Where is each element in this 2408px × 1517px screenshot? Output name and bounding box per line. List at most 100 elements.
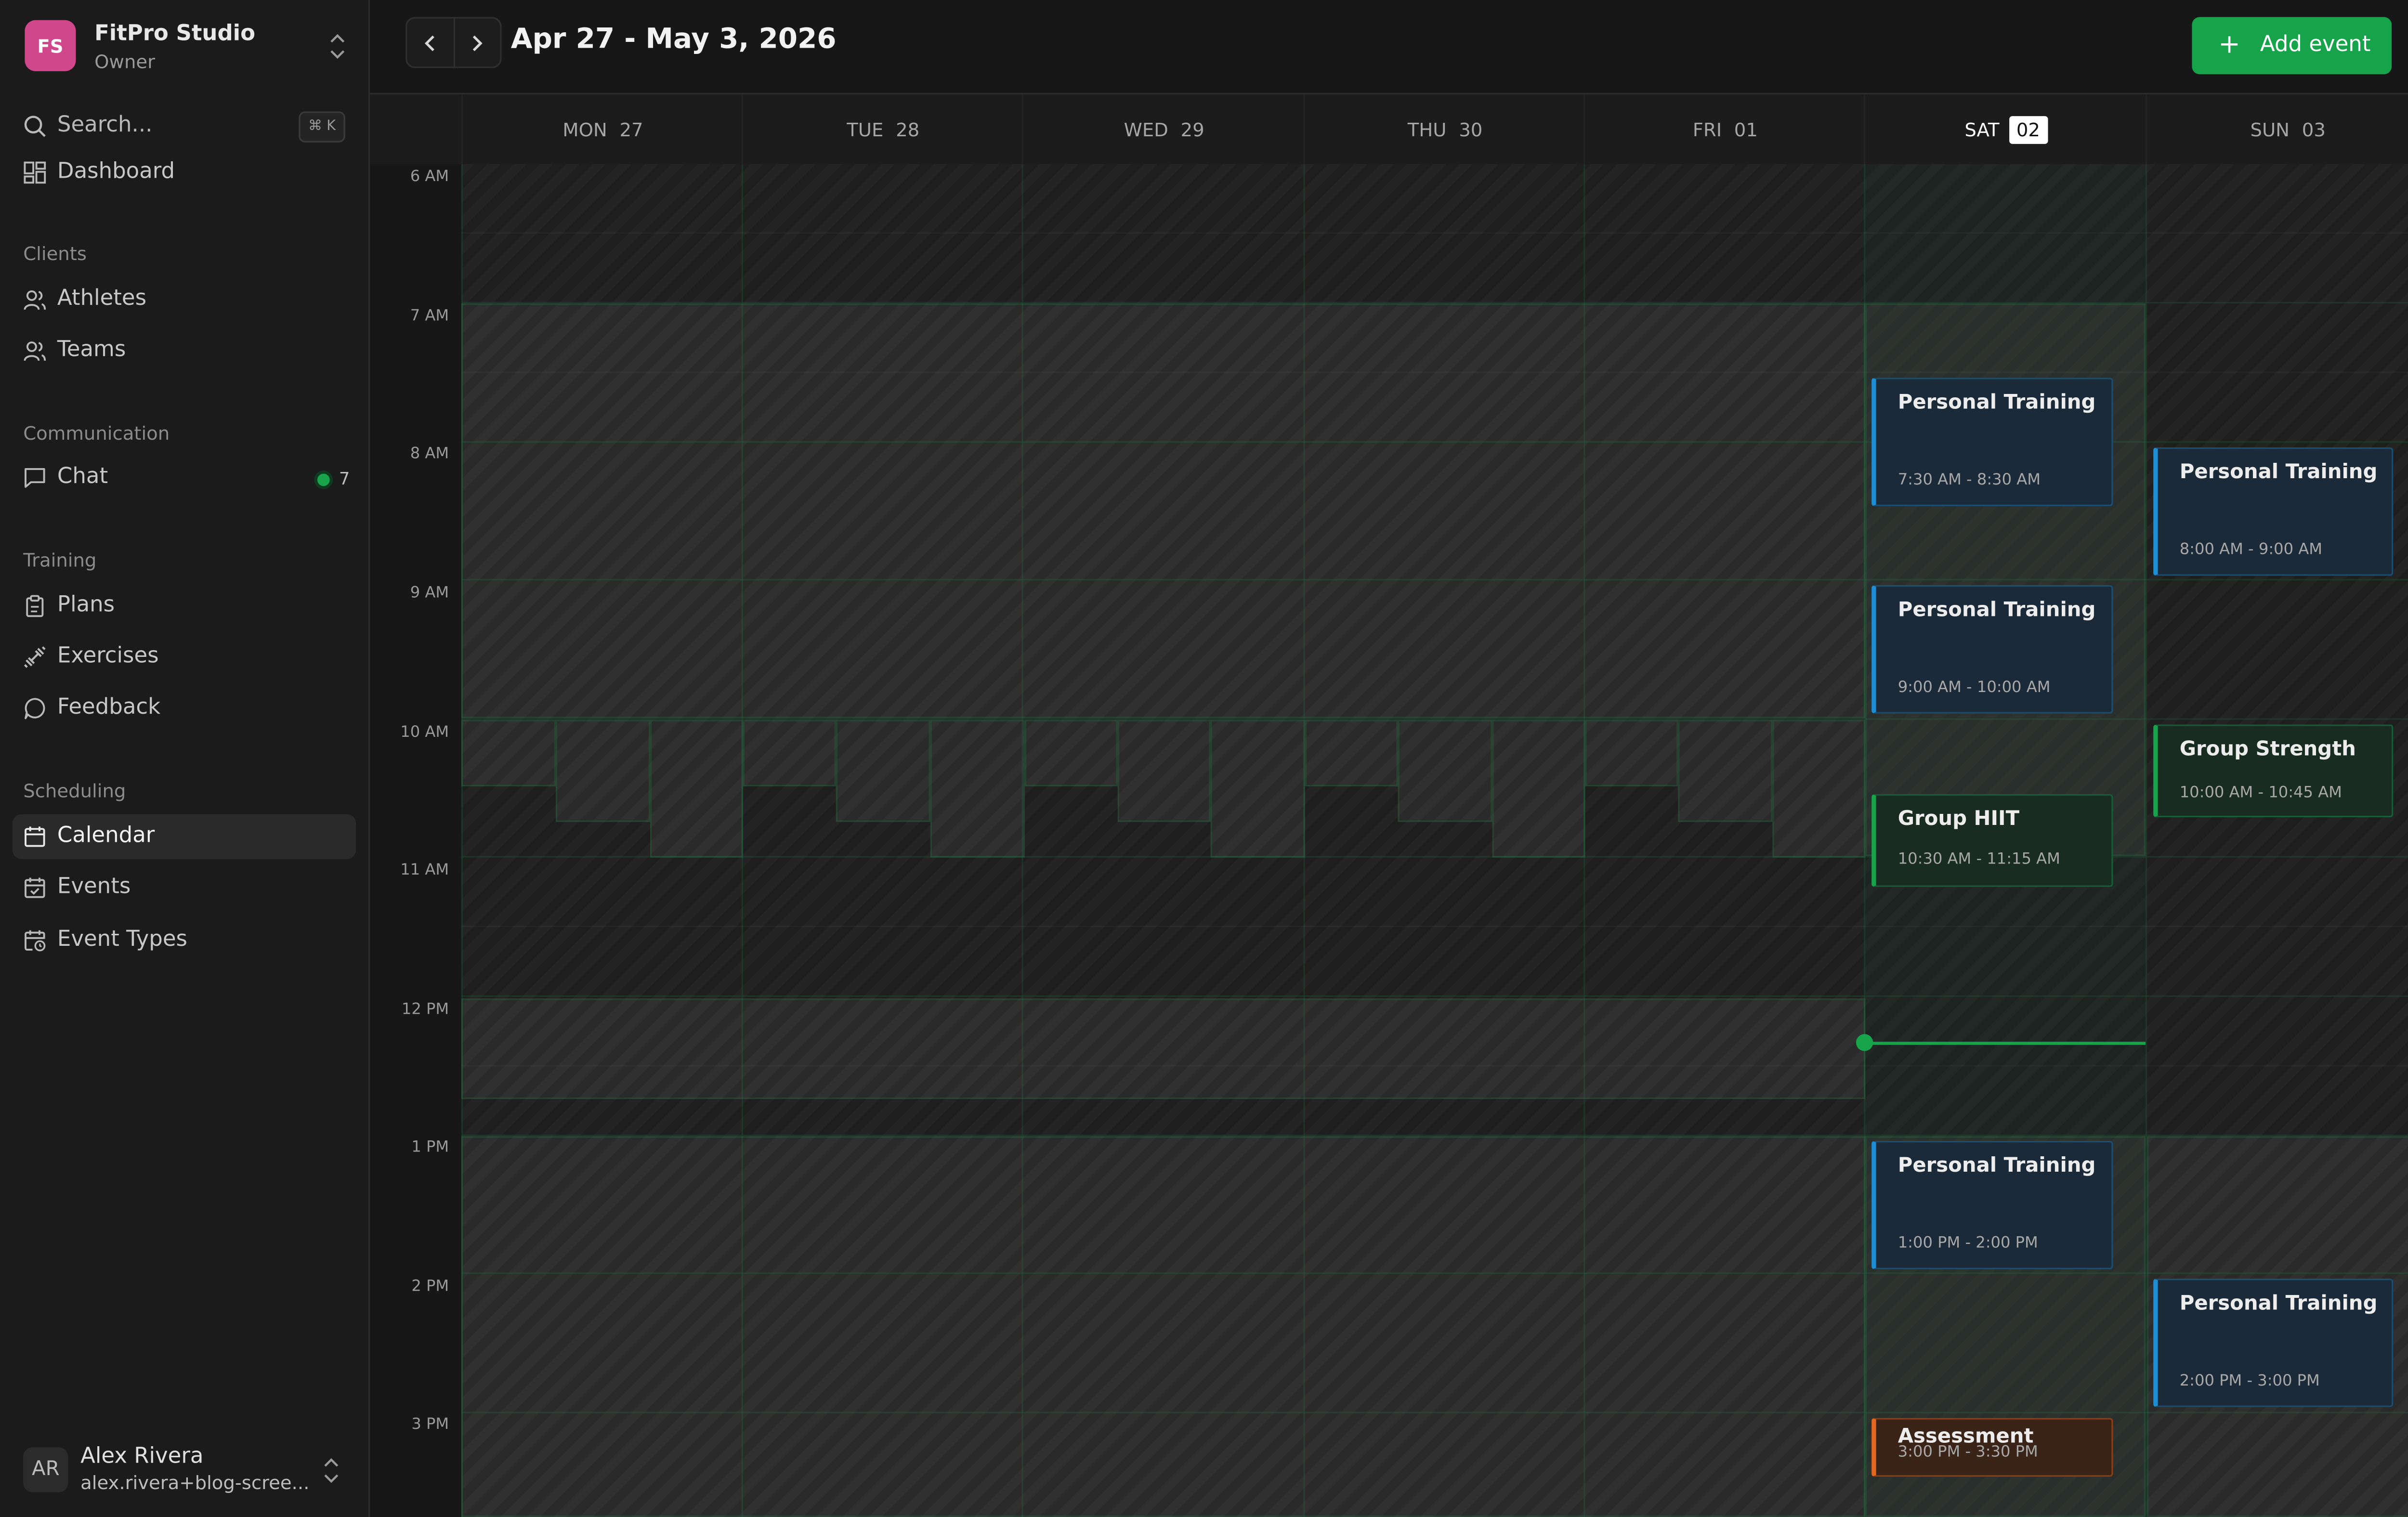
org-avatar: FS bbox=[25, 20, 76, 71]
event-title: Personal Training bbox=[1898, 392, 2096, 415]
event-time: 10:00 AM - 10:45 AM bbox=[2179, 785, 2342, 802]
slot-block[interactable] bbox=[1398, 719, 1492, 822]
slot-block[interactable] bbox=[1678, 719, 1773, 822]
sidebar-item-teams[interactable]: Teams bbox=[13, 328, 356, 373]
calendar-clock-icon bbox=[23, 929, 46, 952]
slot-block[interactable] bbox=[555, 719, 650, 822]
org-name: FitPro Studio bbox=[94, 22, 256, 47]
slot-block[interactable] bbox=[1772, 719, 1866, 858]
slot-block[interactable] bbox=[1210, 719, 1305, 858]
hour-line bbox=[461, 995, 2408, 997]
event-card[interactable]: Assessment 3:00 PM - 3:30 PM bbox=[1871, 1418, 2113, 1477]
availability-block bbox=[461, 303, 1866, 719]
sidebar-item-label: Dashboard bbox=[57, 159, 175, 184]
chevron-right-icon bbox=[473, 35, 483, 51]
sidebar: FS FitPro Studio Owner Search... ⌘ K Das… bbox=[0, 0, 370, 1517]
search-shortcut: ⌘ K bbox=[299, 111, 345, 143]
slot-block[interactable] bbox=[743, 719, 836, 786]
user-menu[interactable]: AR Alex Rivera alex.rivera+blog-scree... bbox=[23, 1443, 351, 1499]
sidebar-item-label: Teams bbox=[57, 337, 126, 363]
chevron-up-down-icon bbox=[327, 31, 348, 62]
event-time: 3:00 PM - 3:30 PM bbox=[1898, 1444, 2038, 1462]
unread-count: 7 bbox=[339, 469, 350, 489]
sidebar-item-label: Exercises bbox=[57, 644, 159, 669]
week-grid: 6 AM 7 AM 8 AM 9 AM 10 AM 11 AM 12 PM 1 … bbox=[370, 164, 2408, 1517]
slot-block[interactable] bbox=[1117, 719, 1211, 822]
sidebar-item-dashboard[interactable]: Dashboard bbox=[13, 150, 356, 195]
hour-line bbox=[461, 856, 2408, 858]
time-label: 1 PM bbox=[411, 1139, 449, 1157]
slot-block[interactable] bbox=[1585, 719, 1678, 786]
time-label: 3 PM bbox=[411, 1416, 449, 1434]
day-header-fri[interactable]: FRI 01 bbox=[1584, 94, 1865, 164]
next-week-button[interactable] bbox=[453, 18, 500, 67]
sidebar-item-plans[interactable]: Plans bbox=[13, 584, 356, 628]
search-icon bbox=[23, 115, 46, 138]
event-card[interactable]: Personal Training 7:30 AM - 8:30 AM bbox=[1871, 378, 2113, 507]
sidebar-item-label: Feedback bbox=[57, 695, 161, 720]
slot-block[interactable] bbox=[836, 719, 930, 822]
clipboard-icon bbox=[23, 594, 46, 617]
event-title: Personal Training bbox=[2179, 461, 2378, 485]
chevron-up-down-icon bbox=[320, 1455, 342, 1486]
sidebar-item-event-types[interactable]: Event Types bbox=[13, 918, 356, 963]
calendar-icon bbox=[23, 825, 46, 848]
availability-block bbox=[461, 998, 1866, 1099]
sidebar-item-exercises[interactable]: Exercises bbox=[13, 635, 356, 680]
calendar-check-icon bbox=[23, 876, 46, 899]
event-card[interactable]: Group HIIT 10:30 AM - 11:15 AM bbox=[1871, 794, 2113, 887]
slot-block[interactable] bbox=[930, 719, 1025, 858]
section-clients: Clients bbox=[23, 243, 87, 265]
time-label: 10 AM bbox=[400, 724, 449, 742]
event-time: 9:00 AM - 10:00 AM bbox=[1898, 680, 2051, 697]
time-label: 7 AM bbox=[410, 308, 449, 325]
avatar: AR bbox=[23, 1447, 68, 1492]
event-time: 1:00 PM - 2:00 PM bbox=[1898, 1235, 2038, 1253]
slot-block[interactable] bbox=[1024, 719, 1118, 786]
event-card[interactable]: Personal Training 1:00 PM - 2:00 PM bbox=[1871, 1140, 2113, 1269]
event-card[interactable]: Personal Training 9:00 AM - 10:00 AM bbox=[1871, 585, 2113, 714]
sidebar-item-label: Chat bbox=[57, 464, 108, 489]
day-header-thu[interactable]: THU 30 bbox=[1303, 94, 1585, 164]
availability-block bbox=[461, 1136, 1866, 1517]
day-header-tue[interactable]: TUE 28 bbox=[741, 94, 1023, 164]
search-label: Search... bbox=[57, 113, 153, 138]
org-switcher[interactable]: FS FitPro Studio Owner bbox=[25, 20, 357, 73]
event-title: Personal Training bbox=[1898, 599, 2096, 623]
half-hour-line bbox=[461, 232, 2408, 234]
date-range-title: Apr 27 - May 3, 2026 bbox=[510, 23, 837, 56]
user-name: Alex Rivera bbox=[80, 1444, 204, 1469]
unread-badge: 7 bbox=[317, 469, 350, 489]
sidebar-item-chat[interactable]: Chat 7 bbox=[13, 455, 356, 500]
day-header-sun[interactable]: SUN 03 bbox=[2146, 94, 2408, 164]
sidebar-item-label: Events bbox=[57, 875, 131, 900]
sidebar-item-feedback[interactable]: Feedback bbox=[13, 686, 356, 731]
event-title: Personal Training bbox=[1898, 1154, 2096, 1178]
event-title: Group HIIT bbox=[1898, 808, 2020, 832]
sidebar-item-events[interactable]: Events bbox=[13, 865, 356, 910]
add-event-button[interactable]: + Add event bbox=[2192, 17, 2392, 75]
section-communication: Communication bbox=[23, 422, 170, 445]
day-header-sat[interactable]: SAT 02 bbox=[1863, 94, 2147, 164]
search-button[interactable]: Search... ⌘ K bbox=[23, 108, 345, 143]
slot-block[interactable] bbox=[1492, 719, 1585, 858]
dumbbell-icon bbox=[23, 645, 46, 668]
sidebar-item-athletes[interactable]: Athletes bbox=[13, 277, 356, 322]
event-card[interactable]: Personal Training 8:00 AM - 9:00 AM bbox=[2153, 447, 2394, 576]
week-nav bbox=[406, 17, 502, 68]
slot-block[interactable] bbox=[1305, 719, 1398, 786]
event-time: 8:00 AM - 9:00 AM bbox=[2179, 542, 2323, 559]
sidebar-item-calendar[interactable]: Calendar bbox=[12, 814, 356, 859]
calendar-header: Apr 27 - May 3, 2026 + Add event bbox=[370, 0, 2408, 95]
day-header-wed[interactable]: WED 29 bbox=[1021, 94, 1305, 164]
event-card[interactable]: Group Strength 10:00 AM - 10:45 AM bbox=[2153, 724, 2394, 818]
slot-block[interactable] bbox=[650, 719, 743, 858]
event-card[interactable]: Personal Training 2:00 PM - 3:00 PM bbox=[2153, 1279, 2394, 1407]
prev-week-button[interactable] bbox=[407, 19, 453, 67]
plus-icon: + bbox=[2218, 29, 2240, 61]
time-column: 6 AM 7 AM 8 AM 9 AM 10 AM 11 AM 12 PM 1 … bbox=[370, 164, 461, 1517]
slot-block[interactable] bbox=[461, 719, 556, 786]
add-event-label: Add event bbox=[2260, 32, 2371, 57]
day-header-mon[interactable]: MON 27 bbox=[461, 94, 743, 164]
sidebar-item-label: Plans bbox=[57, 593, 115, 618]
